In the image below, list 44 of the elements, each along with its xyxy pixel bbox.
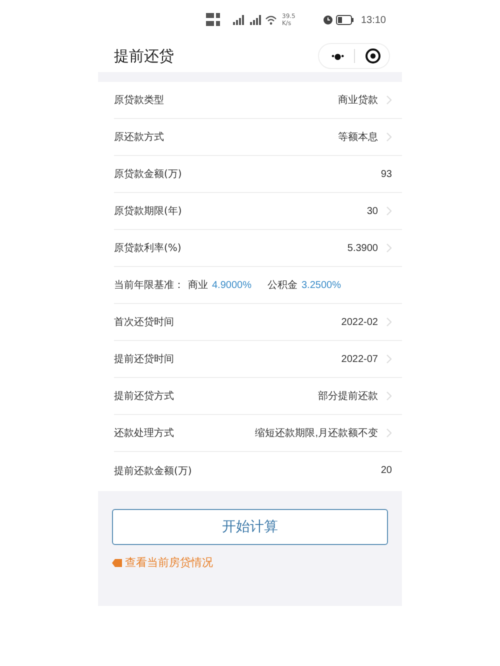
- more-button[interactable]: •●•: [330, 52, 344, 60]
- rate-name: 商业: [188, 278, 208, 292]
- input-field[interactable]: 93: [380, 168, 392, 180]
- chevron-icon: [386, 317, 392, 327]
- clock-time: 13:10: [360, 14, 386, 26]
- field-label: 提前还贷时间: [114, 352, 174, 366]
- tag-icon: [112, 558, 122, 566]
- calculate-button[interactable]: 开始计算: [112, 509, 388, 545]
- picker-value[interactable]: 缩短还款期限,月还款额不变: [255, 426, 378, 440]
- chevron-icon: [386, 243, 392, 253]
- chevron-icon: [386, 354, 392, 364]
- picker-value[interactable]: 2022-02: [341, 316, 378, 328]
- field-label: 原贷款利率(%): [114, 242, 182, 255]
- picker-value[interactable]: 2022-07: [341, 354, 378, 364]
- signal-icon: [248, 15, 262, 25]
- field-label: 提前还款金额(万): [114, 464, 192, 478]
- page-title: 提前还贷: [114, 46, 175, 66]
- picker-value[interactable]: 商业贷款: [338, 93, 378, 107]
- field-label: 首次还贷时间: [114, 316, 174, 329]
- picker-value[interactable]: 30: [366, 206, 378, 216]
- field-label: 原贷款期限(年): [114, 204, 182, 218]
- rate-name: 公积金: [267, 279, 298, 292]
- picker-value[interactable]: 5.3900: [347, 242, 378, 254]
- alarm-icon: [322, 15, 333, 25]
- rate-label: 当前年限基准：: [114, 278, 184, 292]
- close-target-icon[interactable]: [365, 48, 381, 64]
- input-field[interactable]: 20: [380, 465, 392, 476]
- field-label: 提前还贷方式: [114, 390, 174, 403]
- signal-icon: [231, 15, 245, 25]
- rate-value: 3.2500%: [301, 280, 341, 290]
- wifi-icon: [265, 15, 277, 25]
- battery-icon: [336, 15, 354, 25]
- rate-value: 4.9000%: [212, 280, 252, 290]
- field-label: 原贷款金额(万): [114, 168, 182, 181]
- picker-value[interactable]: 部分提前还款: [318, 389, 378, 403]
- chevron-icon: [386, 95, 392, 105]
- chevron-icon: [386, 391, 392, 401]
- field-label: 原贷款类型: [114, 94, 164, 107]
- field-label: 原还款方式: [114, 130, 164, 144]
- field-label: 还款处理方式: [114, 426, 174, 440]
- picker-value[interactable]: 等额本息: [338, 130, 378, 144]
- chevron-icon: [386, 206, 392, 216]
- chevron-icon: [386, 132, 392, 142]
- chevron-icon: [386, 428, 392, 438]
